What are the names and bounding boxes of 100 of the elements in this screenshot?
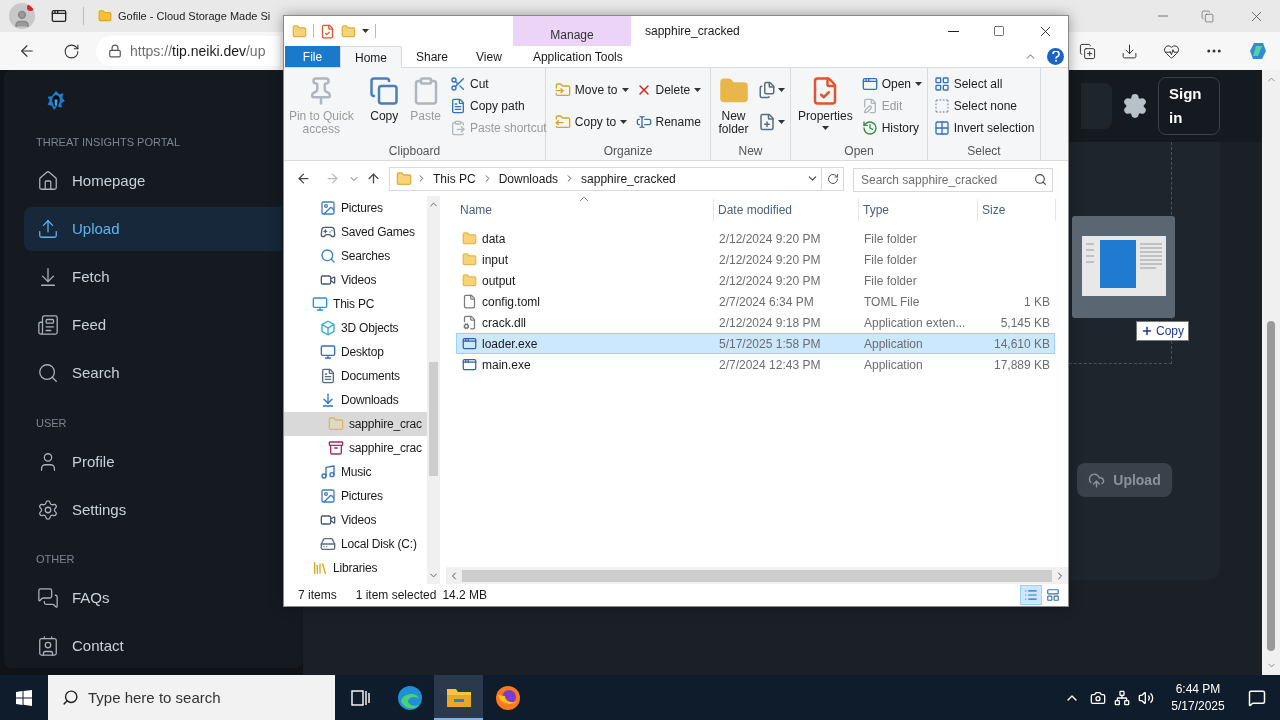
column-header[interactable]: Type [859, 199, 978, 221]
ribbon-tab[interactable]: Home [340, 46, 402, 68]
ribbon-button[interactable]: Copy [365, 70, 404, 142]
restore-icon[interactable] [1201, 9, 1214, 23]
ribbon-button[interactable]: Open [859, 73, 925, 95]
ribbon-button[interactable]: Delete [633, 79, 704, 101]
file-row[interactable]: crack.dll 2/12/2024 9:18 PM Application exten... 5,145 KB [456, 312, 1055, 333]
collections-icon[interactable] [1079, 42, 1096, 60]
ribbon-button[interactable]: Rename [633, 111, 704, 133]
ribbon-button[interactable]: History [859, 117, 925, 139]
tree-item[interactable]: Pictures [284, 196, 427, 220]
details-view-button[interactable] [1020, 585, 1042, 605]
ribbon-button[interactable]: Select all [931, 73, 1037, 95]
nav-item[interactable]: Search [24, 351, 282, 395]
breadcrumb[interactable]: This PC [431, 169, 478, 188]
taskbar-search-field[interactable]: Type here to search [48, 675, 335, 720]
ribbon-tab[interactable]: Share [402, 46, 463, 67]
scissors-icon [450, 76, 466, 92]
ribbon-button[interactable]: Copy path [448, 95, 549, 117]
nav-item[interactable]: Profile [24, 440, 282, 484]
file-row[interactable]: main.exe 2/7/2024 12:43 PM Application 17,889 KB [456, 354, 1055, 375]
column-header[interactable]: Name [456, 199, 714, 221]
minimize-icon [947, 30, 959, 32]
nav-item[interactable]: Upload [24, 207, 282, 251]
nav-item[interactable]: Homepage [24, 159, 282, 203]
address-bar[interactable]: https://tip.neiki.dev/up [96, 36, 280, 66]
tree-item[interactable]: sapphire_crac [284, 436, 427, 460]
tree-item[interactable]: Pictures [284, 484, 427, 508]
tree-item[interactable]: Libraries [284, 556, 427, 580]
ribbon-tab[interactable]: View [462, 46, 516, 67]
ribbon-button[interactable]: Invert selection [931, 117, 1037, 139]
nav-item[interactable]: Settings [24, 488, 282, 532]
new-file-icon [757, 113, 776, 131]
nav-item[interactable]: Fetch [24, 255, 282, 299]
scrollbar[interactable] [446, 567, 1068, 584]
back-icon[interactable] [18, 42, 36, 60]
scroll-thumb[interactable] [462, 569, 1052, 582]
health-icon[interactable] [1163, 42, 1180, 60]
ribbon-button[interactable]: Cut [448, 73, 549, 95]
tree-item[interactable]: Downloads [284, 388, 427, 412]
search-field[interactable]: Search sapphire_cracked [853, 167, 1053, 192]
tree-item[interactable]: sapphire_crac [284, 412, 427, 436]
ribbon-button[interactable]: Move to [552, 79, 631, 101]
file-row[interactable]: input 2/12/2024 9:20 PM File folder [456, 249, 1055, 270]
properties-icon[interactable] [320, 23, 335, 39]
breadcrumb[interactable]: Downloads [496, 169, 561, 188]
nav-item[interactable]: FAQs [24, 576, 282, 620]
clock[interactable]: 6:44 PM 5/17/2025 [1162, 680, 1234, 715]
start-icon[interactable] [16, 689, 32, 706]
settings-icon[interactable] [1122, 93, 1148, 119]
sign-in-button[interactable]: Sign in [1158, 77, 1220, 135]
volume-icon[interactable] [1138, 689, 1154, 706]
profile-button[interactable] [9, 3, 35, 29]
copilot-icon[interactable] [1248, 41, 1268, 61]
download-icon[interactable] [1121, 42, 1138, 60]
file-row[interactable]: loader.exe 5/17/2025 1:58 PM Application 14,610 KB [456, 333, 1055, 354]
scroll-thumb[interactable] [1267, 321, 1275, 651]
up-icon[interactable] [366, 171, 381, 186]
search-icon [320, 248, 336, 264]
tree-item[interactable]: Videos [284, 268, 427, 292]
taskbar-app[interactable] [434, 675, 483, 720]
network-icon[interactable] [1114, 689, 1130, 706]
tab-actions-icon[interactable] [51, 8, 67, 24]
tree-item[interactable]: Documents [284, 364, 427, 388]
nav-item[interactable]: Feed [24, 303, 282, 347]
ribbon-button[interactable]: Select none [931, 95, 1037, 117]
breadcrumb[interactable]: sapphire_cracked [579, 169, 678, 188]
refresh-button[interactable] [822, 166, 844, 191]
nav-item[interactable]: Contact [24, 624, 282, 668]
tree-item[interactable]: Local Disk (C:) [284, 532, 427, 556]
tree-item[interactable]: Videos [284, 508, 427, 532]
column-header[interactable]: Date modified [714, 199, 859, 221]
gamepad-icon [320, 224, 336, 240]
tree-item[interactable]: Music [284, 460, 427, 484]
ribbon-button[interactable]: Properties [793, 70, 857, 142]
ribbon-button[interactable]: Copy to [552, 111, 631, 133]
ribbon-button[interactable]: New folder [714, 70, 753, 142]
notification-icon[interactable] [1248, 688, 1266, 707]
drag-tooltip: Copy [1136, 321, 1189, 341]
scrollbar[interactable] [427, 196, 440, 584]
scroll-thumb[interactable] [429, 362, 438, 476]
column-header[interactable]: Size [978, 199, 1056, 221]
camera-icon[interactable] [1090, 689, 1106, 706]
tree-item[interactable]: 3D Objects [284, 316, 427, 340]
file-row[interactable]: output 2/12/2024 9:20 PM File folder [456, 270, 1055, 291]
tree-item[interactable]: Saved Games [284, 220, 427, 244]
tree-item[interactable]: This PC [284, 292, 427, 316]
table-cell: 17,889 KB [993, 357, 1050, 372]
back-icon[interactable] [296, 171, 311, 186]
reload-icon[interactable] [63, 42, 80, 60]
group-label: Select [966, 143, 1002, 160]
tree-item[interactable]: Desktop [284, 340, 427, 364]
help-icon[interactable] [1047, 48, 1064, 65]
tree-item[interactable]: Searches [284, 244, 427, 268]
file-row[interactable]: data 2/12/2024 9:20 PM File folder [456, 228, 1055, 249]
scrollbar[interactable] [1262, 70, 1280, 675]
file-tab[interactable]: File [285, 46, 340, 67]
browser-tab[interactable]: Gofile - Cloud Storage Made Si [92, 2, 278, 30]
file-row[interactable]: config.toml 2/7/2024 6:34 PM TOML File 1 KB [456, 291, 1055, 312]
address-bar[interactable]: This PC Downloads sapphire_cracked [389, 166, 822, 191]
